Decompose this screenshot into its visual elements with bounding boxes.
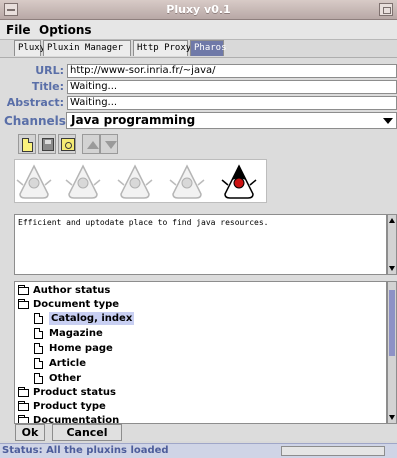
title-label: Title: xyxy=(31,80,64,93)
tab-http-proxy[interactable]: Http Proxy xyxy=(133,40,191,56)
menu-file[interactable]: File xyxy=(6,23,31,37)
url-label: URL: xyxy=(35,64,64,77)
title-field[interactable]: Waiting... xyxy=(67,80,397,94)
status-progress-box xyxy=(281,446,385,456)
move-down-icon xyxy=(105,141,117,149)
new-document-icon xyxy=(22,138,33,152)
pharos-panel: URL: http://www-sor.inria.fr/~java/ Titl… xyxy=(0,57,397,441)
save-button[interactable] xyxy=(38,134,56,154)
save-icon xyxy=(42,138,54,151)
open-icon xyxy=(61,138,75,151)
tree-scrollbar[interactable] xyxy=(387,281,397,424)
duke-rating-icon[interactable] xyxy=(15,163,53,201)
page-icon xyxy=(34,373,43,384)
page-icon xyxy=(34,313,43,324)
channels-selected-value: Java programming xyxy=(71,113,196,127)
channels-select[interactable]: Java programming xyxy=(66,112,397,129)
tab-pluxin-manager[interactable]: Pluxin Manager xyxy=(43,40,131,56)
status-bar: Status: All the pluxins loaded xyxy=(0,443,397,458)
rating-bar xyxy=(14,159,267,203)
duke-rating-icon[interactable] xyxy=(116,163,154,201)
page-icon xyxy=(34,358,43,369)
url-field[interactable]: http://www-sor.inria.fr/~java/ xyxy=(67,64,397,78)
dialog-buttons: Ok Cancel xyxy=(0,424,397,443)
channels-row: Channels: Java programming xyxy=(0,112,397,130)
tree-scroll-thumb[interactable] xyxy=(389,290,395,356)
duke-rating-icon[interactable] xyxy=(168,163,206,201)
window-title: Pluxy v0.1 xyxy=(166,3,231,16)
menu-bar: File Options xyxy=(0,20,397,40)
tab-pluxy[interactable]: Pluxy xyxy=(14,40,45,56)
description-scrollbar[interactable] xyxy=(387,214,397,275)
abstract-field[interactable]: Waiting... xyxy=(67,96,397,110)
scroll-up-icon[interactable] xyxy=(389,218,395,223)
title-bar: Pluxy v0.1 xyxy=(0,0,397,20)
status-text: Status: All the pluxins loaded xyxy=(2,445,169,456)
folder-icon xyxy=(18,387,29,397)
folder-icon xyxy=(18,299,29,309)
maximize-button[interactable] xyxy=(379,3,393,16)
abstract-label: Abstract: xyxy=(6,96,64,109)
menu-options[interactable]: Options xyxy=(39,23,92,37)
open-button[interactable] xyxy=(58,134,76,154)
scroll-down-icon[interactable] xyxy=(389,266,395,271)
channels-label: Channels: xyxy=(4,114,71,128)
move-up-button[interactable] xyxy=(82,134,100,154)
duke-rating-icon-active[interactable] xyxy=(220,163,258,201)
page-icon xyxy=(34,343,43,354)
new-button[interactable] xyxy=(18,134,36,154)
ok-button[interactable]: Ok xyxy=(15,424,45,441)
move-down-button[interactable] xyxy=(100,134,118,154)
move-up-icon xyxy=(87,141,99,149)
cancel-button[interactable]: Cancel xyxy=(52,424,122,441)
chevron-down-icon xyxy=(383,118,393,124)
folder-icon xyxy=(18,401,29,411)
scroll-down-icon[interactable] xyxy=(389,415,395,420)
category-tree: Author status Document type Catalog, ind… xyxy=(14,281,387,424)
page-icon xyxy=(34,328,43,339)
folder-icon xyxy=(18,415,29,423)
folder-icon xyxy=(18,285,29,295)
tab-pharos[interactable]: Pharos xyxy=(190,40,227,56)
duke-rating-icon[interactable] xyxy=(64,163,102,201)
description-text-area[interactable]: Efficient and uptodate place to find jav… xyxy=(14,214,387,275)
